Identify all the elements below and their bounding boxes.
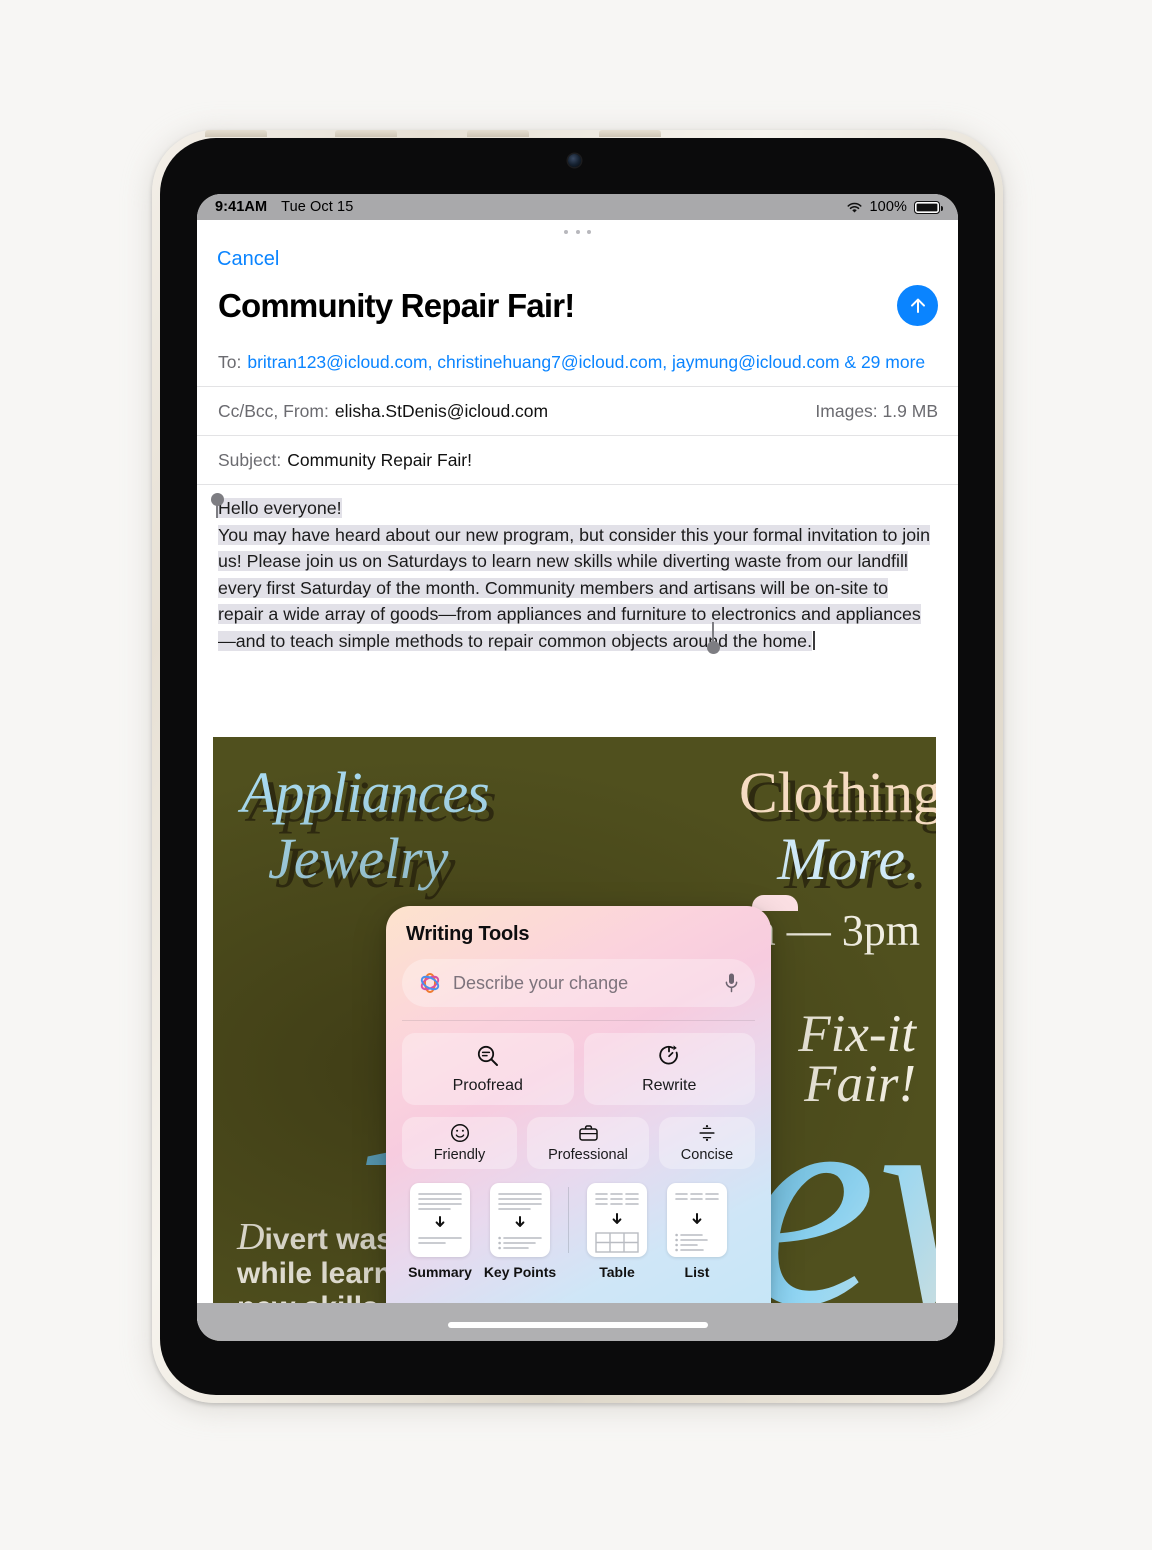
table-label: Table [599, 1264, 635, 1280]
describe-change-field[interactable] [402, 959, 755, 1007]
summary-label: Summary [408, 1264, 472, 1280]
images-label: Images: [815, 401, 878, 421]
list-button[interactable]: List [657, 1183, 737, 1280]
friendly-label: Friendly [433, 1147, 486, 1163]
key-points-label: Key Points [483, 1264, 557, 1280]
list-label: List [684, 1264, 710, 1280]
proofread-button[interactable]: Proofread [402, 1033, 574, 1105]
status-bar-time: 9:41AM [215, 199, 268, 215]
document-actions-row: Summary Key Points Table List [386, 1183, 771, 1280]
actions-divider [568, 1187, 569, 1253]
send-button[interactable] [897, 285, 938, 326]
writing-tools-popover: Writing Tools Describe your change Proof… [386, 906, 771, 1333]
selection-handle-end[interactable] [707, 622, 720, 654]
mail-body-text[interactable]: Hello everyone! You may have heard about… [218, 495, 938, 655]
professional-label: Professional [548, 1147, 628, 1163]
friendly-button[interactable]: Friendly [402, 1117, 517, 1169]
compose-toolbar: Cancel [197, 234, 958, 271]
front-camera-icon [568, 154, 581, 167]
send-arrow-up-icon [910, 298, 925, 313]
home-indicator[interactable] [447, 1322, 708, 1328]
list-doc-icon [667, 1183, 727, 1257]
battery-percent-label: 100% [869, 199, 907, 215]
summary-doc-icon [410, 1183, 470, 1257]
battery-full-icon [914, 200, 943, 214]
ccbcc-from-field[interactable]: Cc/Bcc, From: elisha.StDenis@icloud.com … [197, 387, 958, 436]
concise-button[interactable]: Concise [659, 1117, 755, 1169]
selection-handle-start[interactable] [211, 493, 224, 518]
briefcase-icon [578, 1125, 598, 1141]
from-address[interactable]: elisha.StDenis@icloud.com [335, 401, 548, 422]
key-points-doc-icon [490, 1183, 550, 1257]
device-top-buttons [205, 130, 675, 137]
images-size: 1.9 MB [882, 401, 938, 421]
page-title: Community Repair Fair! [218, 286, 575, 324]
device-screen: 9:41AM Tue Oct 15 100% Cancel Community … [197, 194, 958, 1341]
mail-compose-sheet: Cancel Community Repair Fair! To: britra… [197, 220, 958, 1341]
body-selected-paragraph: You may have heard about our new program… [218, 524, 930, 651]
cancel-button[interactable]: Cancel [217, 248, 279, 271]
poster-clothing-text: Clothing [738, 760, 936, 825]
tone-actions-row: Friendly Professional Concise [386, 1117, 771, 1169]
status-bar: 9:41AM Tue Oct 15 100% [197, 194, 958, 220]
proofread-label: Proofread [452, 1077, 523, 1094]
wifi-icon [846, 202, 862, 213]
subject-label: Subject: [218, 450, 282, 470]
status-bar-indicators: 100% [846, 199, 943, 215]
compose-title-row: Community Repair Fair! [197, 271, 958, 326]
smiley-face-icon [450, 1123, 469, 1143]
table-button[interactable]: Table [577, 1183, 657, 1280]
apple-intelligence-icon [420, 973, 440, 993]
body-line-greeting: Hello everyone! [218, 498, 342, 518]
microphone-icon[interactable] [724, 972, 739, 994]
text-caret [813, 630, 815, 650]
popover-pointer [752, 889, 798, 911]
primary-actions-row: Proofread Rewrite [386, 1033, 771, 1105]
to-recipients[interactable]: britran123@icloud.com, christinehuang7@i… [247, 352, 925, 373]
rewrite-clock-icon [659, 1045, 679, 1065]
concise-label: Concise [680, 1147, 734, 1163]
search-input[interactable] [453, 972, 724, 994]
mail-body-area[interactable]: Hello everyone! You may have heard about… [197, 485, 958, 655]
magnifier-lines-icon [477, 1045, 498, 1066]
recipients-field[interactable]: To: britran123@icloud.com, christinehuan… [197, 338, 958, 387]
professional-button[interactable]: Professional [527, 1117, 649, 1169]
rewrite-button[interactable]: Rewrite [583, 1033, 755, 1105]
poster-tagline-dropcap: D [237, 1216, 265, 1258]
rewrite-label: Rewrite [642, 1077, 697, 1094]
table-doc-icon [587, 1183, 647, 1257]
subject-value[interactable]: Community Repair Fair! [287, 450, 472, 471]
subject-field[interactable]: Subject: Community Repair Fair! [197, 436, 958, 485]
screenshot-stage: 9:41AM Tue Oct 15 100% Cancel Community … [0, 0, 1152, 1550]
popover-divider [402, 1020, 755, 1021]
home-indicator-area [197, 1303, 958, 1341]
summary-button[interactable]: Summary [400, 1183, 480, 1280]
poster-more-text: More. [777, 826, 920, 892]
to-label: To: [218, 352, 242, 372]
divide-icon [699, 1125, 715, 1141]
ccbcc-from-label: Cc/Bcc, From: [218, 401, 329, 421]
key-points-button[interactable]: Key Points [480, 1183, 560, 1280]
status-bar-date: Tue Oct 15 [281, 199, 354, 215]
images-size-info: Images: 1.9 MB [815, 401, 938, 422]
writing-tools-title: Writing Tools [406, 923, 530, 945]
